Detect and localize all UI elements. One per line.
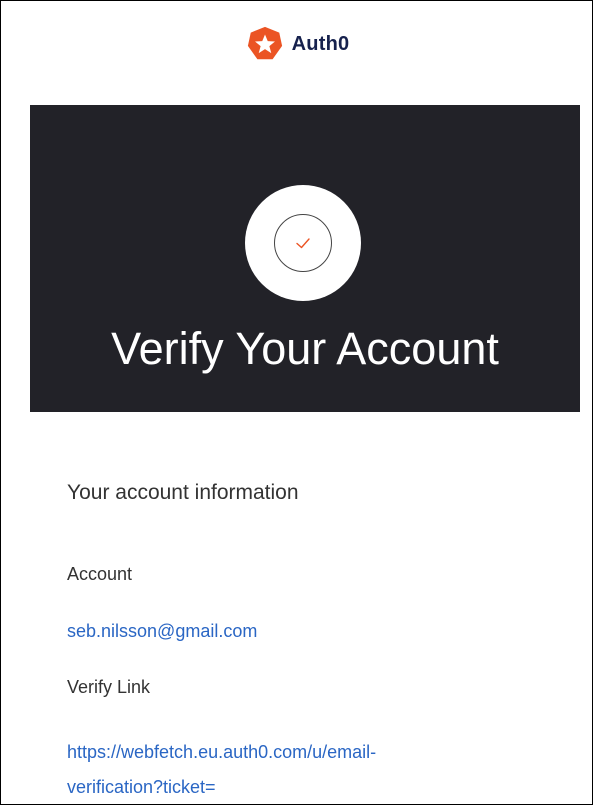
verify-link-label: Verify Link <box>67 677 151 697</box>
hero-title: Verify Your Account <box>111 323 499 374</box>
account-info-heading: Your account information <box>67 481 299 504</box>
checkmark-icon <box>296 238 310 249</box>
badge-ring <box>274 214 332 272</box>
brand-name: Auth0 <box>291 32 350 55</box>
verified-badge <box>245 185 361 301</box>
brand-header: Auth0 <box>1 23 592 65</box>
auth0-logo-icon <box>247 26 282 60</box>
account-label: Account <box>67 564 133 584</box>
email-frame: Auth0 Verify Your Account Your account i… <box>0 0 593 805</box>
account-email-link[interactable]: seb.nilsson@gmail.com <box>67 621 257 642</box>
verify-link[interactable]: https://webfetch.eu.auth0.com/u/email-ve… <box>67 735 537 804</box>
hero-banner: Verify Your Account <box>30 105 580 412</box>
